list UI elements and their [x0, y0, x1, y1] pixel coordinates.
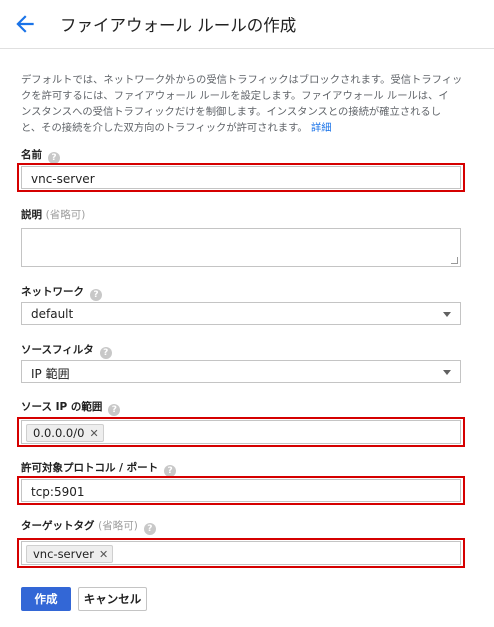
description-textarea[interactable]: [21, 228, 461, 267]
description-line: クを許可するには、ファイアウォール ルールを設定します。ファイアウォール ルール…: [21, 90, 449, 102]
name-highlight: [17, 163, 465, 192]
protocols-label: 許可対象プロトコル / ポート?: [21, 460, 177, 477]
optional-hint: (省略可): [98, 520, 138, 532]
network-label-text: ネットワーク: [21, 286, 84, 298]
help-icon[interactable]: ?: [90, 289, 102, 301]
protocols-label-text: 許可対象プロトコル / ポート: [21, 462, 159, 474]
target-tags-label-text: ターゲットタグ: [21, 520, 95, 532]
protocols-highlight: [17, 476, 465, 505]
intro-description: デフォルトでは、ネットワーク外からの受信トラフィックはブロックされます。受信トラ…: [21, 72, 473, 136]
description-label-text: 説明: [21, 209, 42, 221]
details-link[interactable]: 詳細: [311, 122, 332, 134]
description-line: ンスタンスへの受信トラフィックだけを制御します。インスタンスとの接続が確立される…: [21, 106, 442, 118]
source-ip-label-text: ソース IP の範囲: [21, 401, 103, 413]
target-tags-highlight: [17, 538, 465, 568]
optional-hint: (省略可): [45, 209, 86, 221]
help-icon[interactable]: ?: [143, 523, 156, 535]
cancel-button[interactable]: キャンセル: [78, 587, 147, 611]
description-label: 説明 (省略可): [21, 207, 85, 222]
description-line-text: と、その接続を介した双方向のトラフィックが許可されます。: [21, 122, 308, 134]
target-tags-label: ターゲットタグ (省略可)?: [21, 518, 156, 535]
description-line: デフォルトでは、ネットワーク外からの受信トラフィックはブロックされます。受信トラ…: [21, 74, 463, 86]
resize-handle-icon[interactable]: [451, 257, 458, 264]
page-title: ファイアウォール ルールの作成: [60, 16, 297, 35]
source-filter-label-text: ソースフィルタ: [21, 344, 94, 356]
name-label-text: 名前: [21, 149, 42, 161]
network-select-value: default: [31, 307, 74, 321]
dropdown-arrow-icon: [443, 312, 451, 317]
description-line: と、その接続を介した双方向のトラフィックが許可されます。 詳細: [21, 120, 473, 136]
dropdown-arrow-icon: [443, 370, 451, 375]
source-filter-label: ソースフィルタ?: [21, 342, 112, 359]
source-ip-highlight: [17, 417, 465, 447]
arrow-left-icon[interactable]: [12, 11, 38, 37]
source-ip-label: ソース IP の範囲?: [21, 399, 121, 416]
help-icon[interactable]: ?: [108, 404, 121, 416]
name-label: 名前?: [21, 147, 60, 164]
source-filter-select[interactable]: IP 範囲: [21, 360, 461, 383]
help-icon[interactable]: ?: [99, 347, 112, 359]
network-select[interactable]: default: [21, 302, 461, 325]
source-filter-select-value: IP 範囲: [31, 367, 70, 381]
page-header: ファイアウォール ルールの作成: [0, 0, 494, 49]
create-button[interactable]: 作成: [21, 587, 71, 611]
network-label: ネットワーク?: [21, 284, 102, 301]
